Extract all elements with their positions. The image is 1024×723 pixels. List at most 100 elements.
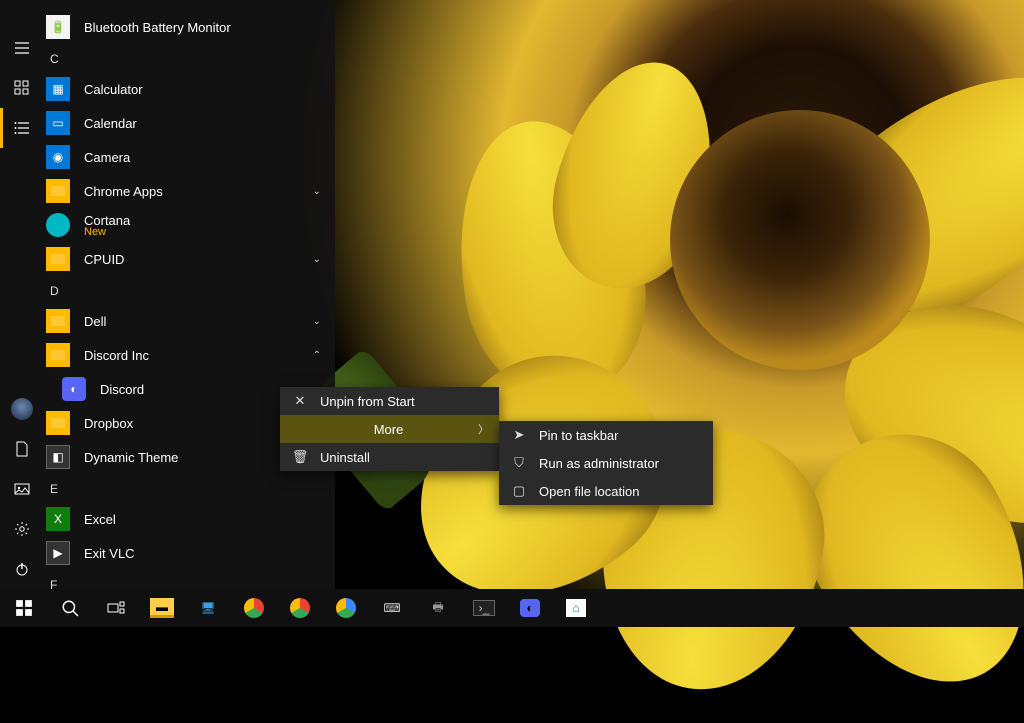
app-exit-vlc[interactable]: ▶ Exit VLC	[44, 536, 335, 570]
app-chrome-apps-folder[interactable]: Chrome Apps ⌄	[44, 174, 335, 208]
chrome-icon	[290, 598, 310, 618]
app-label: Excel	[84, 512, 116, 527]
nav-pinned-button[interactable]	[0, 68, 44, 108]
ctx-run-as-administrator[interactable]: ⛉ Run as administrator	[499, 449, 713, 477]
start-rail	[0, 0, 44, 589]
app-label: Discord Inc	[84, 348, 149, 363]
task-view-button[interactable]	[94, 589, 138, 627]
app-cortana[interactable]: Cortana New	[44, 208, 335, 242]
gear-icon	[14, 521, 30, 537]
theme-icon: ◧	[46, 445, 70, 469]
ctx-label: Uninstall	[320, 450, 370, 465]
device-icon: ⌨	[380, 598, 404, 618]
scanner-icon: 🖶	[426, 598, 450, 618]
app-label: Discord	[100, 382, 144, 397]
grid-icon	[14, 80, 30, 96]
folder-open-icon: ▢	[511, 483, 527, 499]
folder-icon	[46, 411, 70, 435]
letter-header-d[interactable]: D	[44, 276, 335, 304]
context-submenu-more: ➤ Pin to taskbar ⛉ Run as administrator …	[499, 421, 713, 505]
ctx-pin-to-taskbar[interactable]: ➤ Pin to taskbar	[499, 421, 713, 449]
taskbar-app-scanner[interactable]: 🖶	[416, 589, 460, 627]
calendar-icon: ▭	[46, 111, 70, 135]
ctx-label: Run as administrator	[539, 456, 659, 471]
ctx-label: Pin to taskbar	[539, 428, 619, 443]
app-label: Exit VLC	[84, 546, 135, 561]
nav-user-button[interactable]	[0, 389, 44, 429]
hamburger-icon	[14, 40, 30, 56]
ctx-unpin-from-start[interactable]: ✕ Unpin from Start	[280, 387, 499, 415]
ctx-uninstall[interactable]: 🗑 Uninstall	[280, 443, 499, 471]
app-excel[interactable]: X Excel	[44, 502, 335, 536]
user-avatar-icon	[11, 398, 33, 420]
letter-header-c[interactable]: C	[44, 44, 335, 72]
ctx-label: Open file location	[539, 484, 639, 499]
nav-pictures-button[interactable]	[0, 469, 44, 509]
taskbar-app-terminal[interactable]: ›_	[462, 589, 506, 627]
search-button[interactable]	[48, 589, 92, 627]
nav-all-apps-button[interactable]	[0, 108, 44, 148]
taskbar-app-this-pc[interactable]: 🖥	[186, 589, 230, 627]
ctx-label: More	[374, 422, 404, 437]
folder-icon	[46, 343, 70, 367]
taskbar-app-chrome-canary[interactable]	[324, 589, 368, 627]
nav-settings-button[interactable]	[0, 509, 44, 549]
windows-logo-icon	[15, 599, 33, 617]
app-label: Dynamic Theme	[84, 450, 178, 465]
app-cpuid-folder[interactable]: CPUID ⌄	[44, 242, 335, 276]
letter-header-f[interactable]: F	[44, 570, 335, 589]
app-label: Chrome Apps	[84, 184, 163, 199]
chrome-icon	[244, 598, 264, 618]
chevron-right-icon: 〉	[478, 421, 489, 437]
nav-menu-button[interactable]	[0, 28, 44, 68]
chevron-down-icon: ⌄	[313, 186, 321, 197]
pin-icon: ➤	[511, 427, 527, 443]
taskbar-app-chrome-2[interactable]	[278, 589, 322, 627]
calculator-icon: ▦	[46, 77, 70, 101]
nav-documents-button[interactable]	[0, 429, 44, 469]
vlc-icon: ▶	[46, 541, 70, 565]
camera-icon: ◉	[46, 145, 70, 169]
app-bluetooth-battery-monitor[interactable]: 🔋 Bluetooth Battery Monitor	[44, 10, 335, 44]
discord-icon: ◐	[520, 599, 540, 617]
start-all-apps-list[interactable]: 🔋 Bluetooth Battery Monitor C ▦ Calculat…	[44, 0, 335, 589]
app-label: Dropbox	[84, 416, 133, 431]
chevron-up-icon: ⌃	[313, 350, 321, 361]
app-discord-inc-folder[interactable]: Discord Inc ⌃	[44, 338, 335, 372]
nav-power-button[interactable]	[0, 549, 44, 589]
app-label: Dell	[84, 314, 106, 329]
ctx-open-file-location[interactable]: ▢ Open file location	[499, 477, 713, 505]
ctx-more[interactable]: More 〉	[280, 415, 499, 443]
chrome-canary-icon	[336, 598, 356, 618]
shield-icon: ⛉	[511, 455, 527, 471]
app-calculator[interactable]: ▦ Calculator	[44, 72, 335, 106]
app-camera[interactable]: ◉ Camera	[44, 140, 335, 174]
store-icon: ⌂	[566, 599, 586, 617]
power-icon	[14, 561, 30, 577]
taskbar: ▬ 🖥 ⌨ 🖶 ›_ ◐ ⌂	[0, 589, 1024, 627]
taskbar-app-discord[interactable]: ◐	[508, 589, 552, 627]
taskbar-app-file-explorer[interactable]: ▬	[140, 589, 184, 627]
folder-icon	[46, 247, 70, 271]
discord-icon: ◐	[62, 377, 86, 401]
terminal-icon: ›_	[473, 600, 495, 616]
taskbar-app-device[interactable]: ⌨	[370, 589, 414, 627]
taskbar-app-store[interactable]: ⌂	[554, 589, 598, 627]
app-dell-folder[interactable]: Dell ⌄	[44, 304, 335, 338]
chevron-down-icon: ⌄	[313, 254, 321, 265]
pictures-icon	[14, 481, 30, 497]
app-label: Calculator	[84, 82, 143, 97]
app-label: Camera	[84, 150, 130, 165]
search-icon	[61, 599, 79, 617]
folder-icon	[46, 179, 70, 203]
bluetooth-icon: 🔋	[46, 15, 70, 39]
unpin-icon: ✕	[292, 393, 308, 409]
start-button[interactable]	[2, 589, 46, 627]
taskbar-app-chrome-1[interactable]	[232, 589, 276, 627]
letter-header-e[interactable]: E	[44, 474, 335, 502]
app-label: Calendar	[84, 116, 137, 131]
context-menu: ✕ Unpin from Start More 〉 🗑 Uninstall	[280, 387, 499, 471]
document-icon	[14, 441, 30, 457]
app-calendar[interactable]: ▭ Calendar	[44, 106, 335, 140]
ctx-label: Unpin from Start	[320, 394, 415, 409]
